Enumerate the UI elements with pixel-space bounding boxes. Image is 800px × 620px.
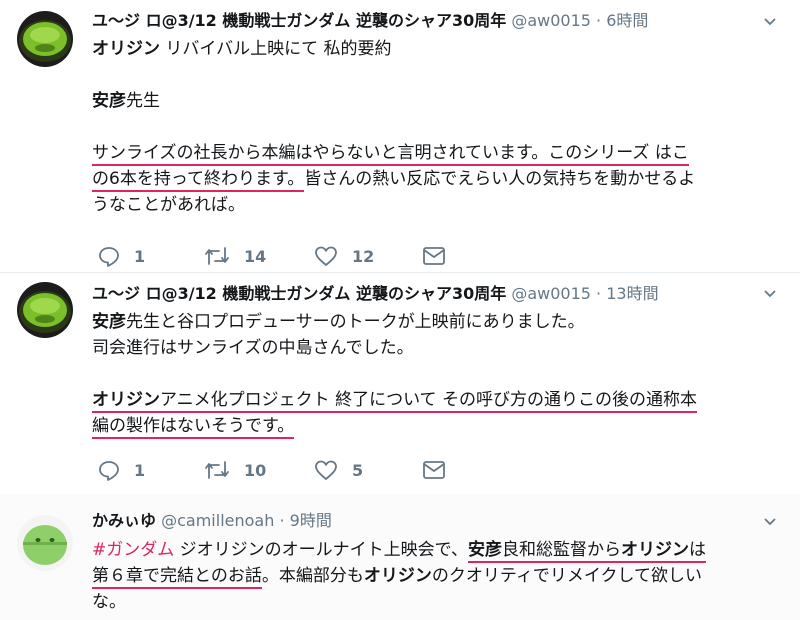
text-span: のクオリティでリメイクして欲しい bbox=[431, 566, 702, 586]
avatar[interactable] bbox=[17, 11, 73, 67]
user-handle[interactable]: @aw0015 bbox=[511, 284, 591, 303]
underlined-text: 編の製作はないそうです。 bbox=[92, 416, 295, 439]
avatar[interactable] bbox=[17, 282, 73, 338]
chevron-down-icon[interactable] bbox=[762, 286, 778, 302]
tweet-actions: 1 10 5 bbox=[92, 458, 472, 482]
like-icon bbox=[315, 460, 337, 480]
bold-term: 安彦 bbox=[467, 540, 502, 560]
text-span: 先生と谷口プロデューサーのトークが上映前にありました。 bbox=[126, 312, 585, 332]
display-name[interactable]: かみぃゆ bbox=[92, 511, 156, 530]
tweet-text: #ガンダム ジオリジンのオールナイト上映会で、安彦良和総監督からオリジンは 第６… bbox=[92, 537, 782, 615]
retweet-count: 14 bbox=[244, 246, 267, 266]
separator-dot: · bbox=[596, 284, 602, 303]
text-span: 先生 bbox=[126, 91, 160, 111]
like-count: 5 bbox=[352, 460, 364, 480]
like-button[interactable]: 12 bbox=[314, 244, 374, 268]
retweet-button[interactable]: 14 bbox=[204, 244, 266, 268]
underlined-text: 良和総監督から bbox=[501, 540, 621, 560]
text-span: ジオリジンのオールナイト上映会で、 bbox=[174, 540, 468, 560]
bold-term: オリジン bbox=[92, 390, 160, 410]
reply-button[interactable]: 1 bbox=[98, 458, 145, 482]
reply-button[interactable]: 1 bbox=[98, 244, 145, 268]
user-handle[interactable]: @camillenoah bbox=[161, 511, 274, 530]
tweet-text: オリジン リバイバル上映にて 私的要約 安彦先生 サンライズの社長から本編はやら… bbox=[92, 36, 782, 218]
display-name[interactable]: ユ～ジ ロ@3/12 機動戦士ガンダム 逆襲のシャア30周年 bbox=[92, 11, 506, 30]
like-count: 12 bbox=[352, 246, 375, 266]
bold-term: 安彦 bbox=[92, 312, 126, 332]
text-span: うなことがあれば。 bbox=[92, 195, 245, 215]
text-span: リバイバル上映にて 私的要約 bbox=[160, 39, 392, 59]
separator-dot: · bbox=[596, 11, 602, 30]
like-button[interactable]: 5 bbox=[314, 458, 363, 482]
tweet-header: ユ～ジ ロ@3/12 機動戦士ガンダム 逆襲のシャア30周年 @aw0015 ·… bbox=[92, 281, 800, 307]
retweet-icon bbox=[205, 247, 229, 265]
tweet-text: 安彦先生と谷口プロデューサーのトークが上映前にありました。 司会進行はサンライズ… bbox=[92, 309, 782, 439]
avatar[interactable] bbox=[17, 515, 73, 571]
text-span: 。本編部分も bbox=[261, 566, 364, 586]
text-span: 皆さんの熱い反応でえらい人の気持ちを動かせるよ bbox=[304, 169, 696, 189]
reply-count: 1 bbox=[134, 460, 146, 480]
underlined-text: サンライズの社長から本編はやらないと言明されています。このシリーズ はこ bbox=[92, 143, 689, 166]
display-name[interactable]: ユ～ジ ロ@3/12 機動戦士ガンダム 逆襲のシャア30周年 bbox=[92, 284, 506, 303]
bold-term: オリジン bbox=[620, 540, 689, 560]
underlined-text: の6本を持って終わります。 bbox=[92, 169, 305, 192]
reply-icon bbox=[99, 247, 119, 267]
hashtag-link[interactable]: #ガンダム bbox=[92, 540, 174, 560]
text-span: 司会進行はサンライズの中島さんでした。 bbox=[92, 338, 414, 358]
reply-icon bbox=[99, 461, 119, 481]
retweet-count: 10 bbox=[244, 460, 267, 480]
dm-icon bbox=[423, 247, 445, 265]
chevron-down-icon[interactable] bbox=[762, 514, 778, 530]
chevron-down-icon[interactable] bbox=[762, 14, 778, 30]
tweet-header: かみぃゆ @camillenoah · 9時間 bbox=[92, 508, 800, 534]
bold-term: オリジン bbox=[92, 39, 160, 59]
underlined-text: は bbox=[688, 540, 706, 560]
dm-icon bbox=[423, 461, 445, 479]
tweet-1[interactable]: ユ～ジ ロ@3/12 機動戦士ガンダム 逆襲のシャア30周年 @aw0015 ·… bbox=[0, 0, 800, 272]
bold-term: 安彦 bbox=[92, 91, 126, 111]
user-handle[interactable]: @aw0015 bbox=[511, 11, 591, 30]
timestamp[interactable]: 9時間 bbox=[290, 511, 332, 530]
like-icon bbox=[315, 246, 337, 266]
retweet-icon bbox=[205, 461, 229, 479]
timestamp[interactable]: 13時間 bbox=[606, 284, 658, 303]
tweet-2[interactable]: ユ～ジ ロ@3/12 機動戦士ガンダム 逆襲のシャア30周年 @aw0015 ·… bbox=[0, 272, 800, 494]
underlined-text: 第６章で完結とのお話 bbox=[92, 566, 262, 589]
tweet-3[interactable]: かみぃゆ @camillenoah · 9時間 #ガンダム ジオリジンのオールナ… bbox=[0, 494, 800, 620]
underlined-text: アニメ化プロジェクト 終了について その呼び方の通りこの後の通称本 bbox=[160, 390, 697, 410]
separator-dot: · bbox=[279, 511, 285, 530]
dm-button[interactable] bbox=[422, 458, 460, 482]
retweet-button[interactable]: 10 bbox=[204, 458, 266, 482]
tweet-header: ユ～ジ ロ@3/12 機動戦士ガンダム 逆襲のシャア30周年 @aw0015 ·… bbox=[92, 8, 800, 34]
bold-term: オリジン bbox=[363, 566, 432, 586]
dm-button[interactable] bbox=[422, 244, 460, 268]
timestamp[interactable]: 6時間 bbox=[606, 11, 648, 30]
reply-count: 1 bbox=[134, 246, 146, 266]
text-span: な。 bbox=[92, 592, 126, 612]
tweet-actions: 1 14 12 bbox=[92, 244, 472, 268]
